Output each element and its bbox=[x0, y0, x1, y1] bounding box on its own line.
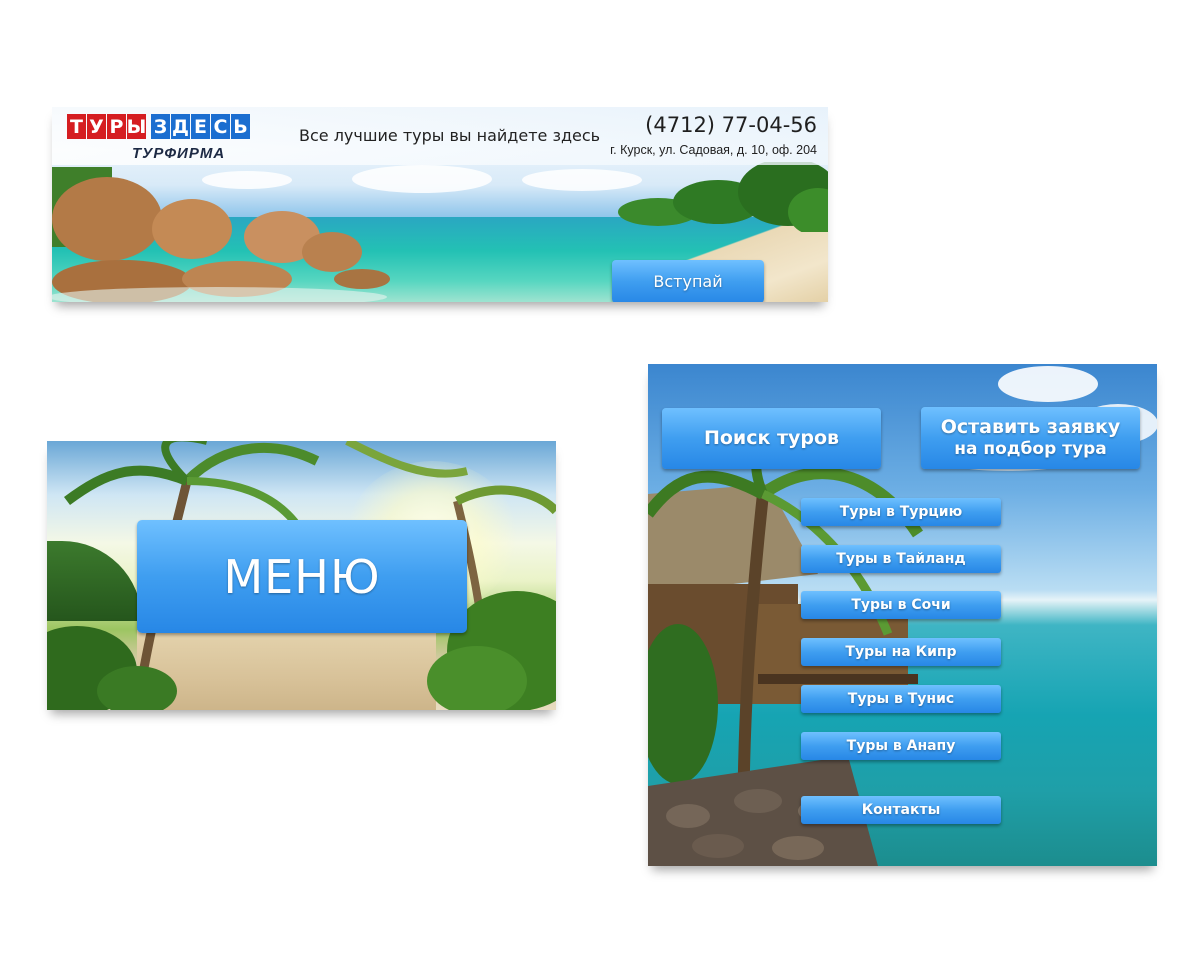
banner-card: Т У Р Ы З Д Е С Ь ТУРФИРМА Все лучшие ту… bbox=[52, 107, 828, 302]
nav-item-sochi[interactable]: Туры в Сочи bbox=[801, 591, 1001, 619]
logo-letter: Т bbox=[67, 114, 86, 139]
phone-number: (4712) 77-04-56 bbox=[645, 113, 817, 137]
search-tours-button[interactable]: Поиск туров bbox=[662, 408, 881, 469]
contacts-button[interactable]: Контакты bbox=[801, 796, 1001, 824]
logo-letter: Ь bbox=[231, 114, 250, 139]
nav-item-cyprus[interactable]: Туры на Кипр bbox=[801, 638, 1001, 666]
logo-letter: Е bbox=[191, 114, 210, 139]
navigation-card: Поиск туров Оставить заявку на подбор ту… bbox=[648, 364, 1157, 866]
nav-item-tunisia[interactable]: Туры в Тунис bbox=[801, 685, 1001, 713]
request-tour-button[interactable]: Оставить заявку на подбор тура bbox=[921, 407, 1140, 469]
logo-letter: Д bbox=[171, 114, 190, 139]
logo-letter: Ы bbox=[126, 114, 147, 139]
logo: Т У Р Ы З Д Е С Ь bbox=[67, 114, 250, 139]
nav-item-anapa[interactable]: Туры в Анапу bbox=[801, 732, 1001, 760]
menu-card: МЕНЮ bbox=[47, 441, 556, 710]
logo-letter: Р bbox=[107, 114, 126, 139]
nav-item-thailand[interactable]: Туры в Тайланд bbox=[801, 545, 1001, 573]
palm-trees-image bbox=[618, 162, 828, 232]
logo-letter: З bbox=[151, 114, 170, 139]
request-tour-label-line2: на подбор тура bbox=[954, 439, 1107, 460]
join-button[interactable]: Вступай bbox=[612, 260, 764, 302]
address: г. Курск, ул. Садовая, д. 10, оф. 204 bbox=[610, 143, 817, 157]
request-tour-label-line1: Оставить заявку bbox=[940, 416, 1121, 439]
logo-letter: С bbox=[211, 114, 230, 139]
slogan: Все лучшие туры вы найдете здесь bbox=[299, 126, 601, 145]
rocks-image bbox=[52, 167, 390, 302]
nav-item-turkey[interactable]: Туры в Турцию bbox=[801, 498, 1001, 526]
logo-subtitle: ТУРФИРМА bbox=[132, 145, 226, 162]
logo-letter: У bbox=[87, 114, 106, 139]
menu-button[interactable]: МЕНЮ bbox=[137, 520, 467, 633]
